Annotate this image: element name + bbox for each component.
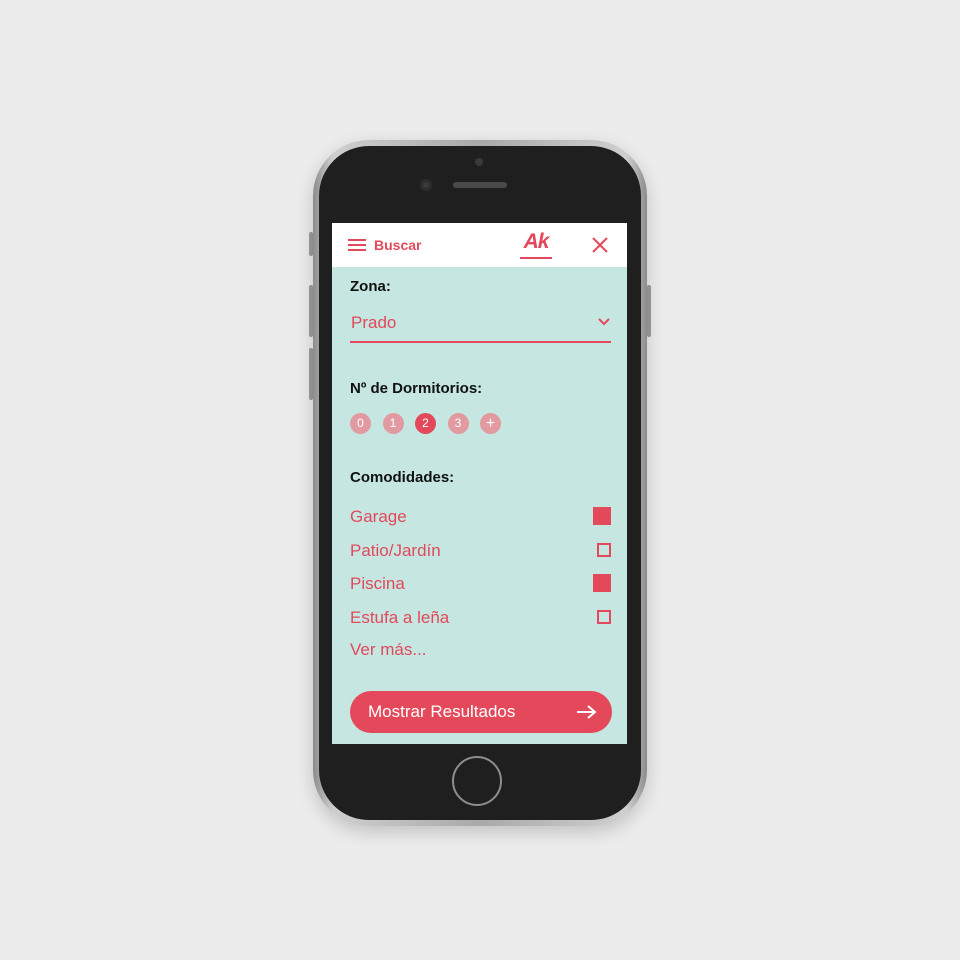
room-option-1[interactable]: 1 — [382, 413, 404, 434]
search-menu-button[interactable]: Buscar — [348, 235, 421, 255]
chevron-down-icon — [598, 318, 610, 326]
amenities-label: Comodidades: — [350, 469, 455, 486]
close-icon — [592, 237, 608, 253]
amenity-label: Estufa a leña — [350, 608, 450, 627]
amenity-checkbox[interactable] — [597, 610, 611, 624]
amenity-checkbox[interactable] — [593, 574, 611, 592]
phone-screen: Buscar Ak Zona: Prado Nº de Dormitorios:… — [332, 223, 627, 744]
mockup-stage: Buscar Ak Zona: Prado Nº de Dormitorios:… — [0, 0, 960, 960]
zone-select[interactable]: Prado — [350, 307, 611, 343]
room-option-more[interactable]: + — [480, 413, 501, 434]
show-results-label: Mostrar Resultados — [368, 702, 516, 721]
zone-label: Zona: — [350, 278, 391, 295]
home-button[interactable] — [452, 756, 502, 806]
amenity-label: Garage — [350, 507, 407, 526]
amenity-checkbox[interactable] — [593, 507, 611, 525]
amenity-checkbox[interactable] — [597, 543, 611, 557]
amenity-label: Piscina — [350, 574, 405, 593]
phone-power-button — [647, 285, 651, 337]
brand-logo: Ak — [520, 231, 552, 259]
earpiece-speaker — [453, 182, 507, 188]
amenity-pool[interactable]: Piscina — [350, 572, 611, 596]
room-option-2[interactable]: 2 — [415, 413, 436, 434]
rooms-label: Nº de Dormitorios: — [350, 380, 483, 397]
show-results-button[interactable]: Mostrar Resultados — [350, 691, 612, 733]
search-menu-label: Buscar — [374, 237, 422, 253]
room-option-3[interactable]: 3 — [447, 413, 469, 434]
amenity-patio[interactable]: Patio/Jardín — [350, 539, 611, 563]
amenity-wood-stove[interactable]: Estufa a leña — [350, 606, 611, 630]
app-header: Buscar Ak — [332, 223, 627, 267]
zone-selected-value: Prado — [351, 313, 397, 332]
see-more-link[interactable]: Ver más... — [350, 640, 427, 660]
front-camera — [420, 179, 432, 191]
arrow-right-icon — [577, 705, 597, 719]
room-option-0[interactable]: 0 — [350, 413, 371, 434]
amenity-garage[interactable]: Garage — [350, 505, 611, 529]
rooms-selector: 0 1 2 3 + — [350, 413, 513, 435]
hamburger-icon — [348, 238, 366, 252]
close-button[interactable] — [590, 235, 610, 255]
proximity-sensor — [475, 158, 483, 166]
amenity-label: Patio/Jardín — [350, 541, 441, 560]
